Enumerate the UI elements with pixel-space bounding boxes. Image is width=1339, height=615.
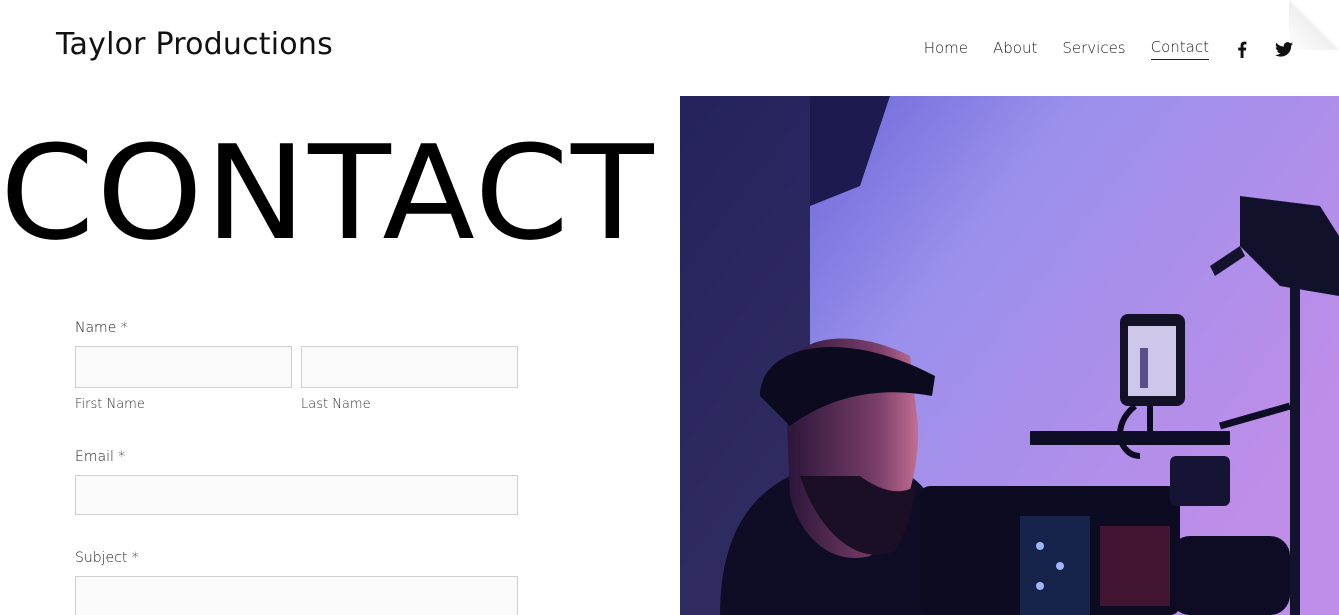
first-name-label: First Name [75, 397, 145, 412]
subject-input[interactable] [75, 576, 518, 615]
last-name-label: Last Name [301, 397, 371, 412]
page-title: CONTACT [0, 117, 656, 269]
first-name-col: First Name [75, 346, 292, 412]
subject-label: Subject * [75, 550, 139, 566]
facebook-icon[interactable] [1233, 40, 1251, 58]
first-name-input[interactable] [75, 346, 292, 388]
camera-operator-image [680, 96, 1339, 615]
name-label: Name * [75, 320, 128, 336]
nav-contact[interactable]: Contact [1150, 38, 1209, 60]
nav-services[interactable]: Services [1062, 39, 1125, 60]
name-group: Name * First Name Last Name [75, 320, 518, 412]
subject-group: Subject * [75, 550, 518, 615]
nav-home[interactable]: Home [924, 39, 968, 60]
hero-photo [680, 96, 1339, 615]
email-input[interactable] [75, 475, 518, 515]
contact-form: Name * First Name Last Name Email * Subj… [75, 320, 518, 615]
nav-about[interactable]: About [993, 39, 1037, 60]
page-corner [1289, 0, 1339, 50]
last-name-col: Last Name [301, 346, 518, 412]
site-title[interactable]: Taylor Productions [56, 27, 333, 62]
email-group: Email * [75, 449, 518, 515]
main-nav: Home About Services Contact [899, 38, 1293, 60]
last-name-input[interactable] [301, 346, 518, 388]
twitter-icon[interactable] [1275, 40, 1293, 58]
name-row: First Name Last Name [75, 346, 518, 412]
email-label: Email * [75, 449, 126, 465]
